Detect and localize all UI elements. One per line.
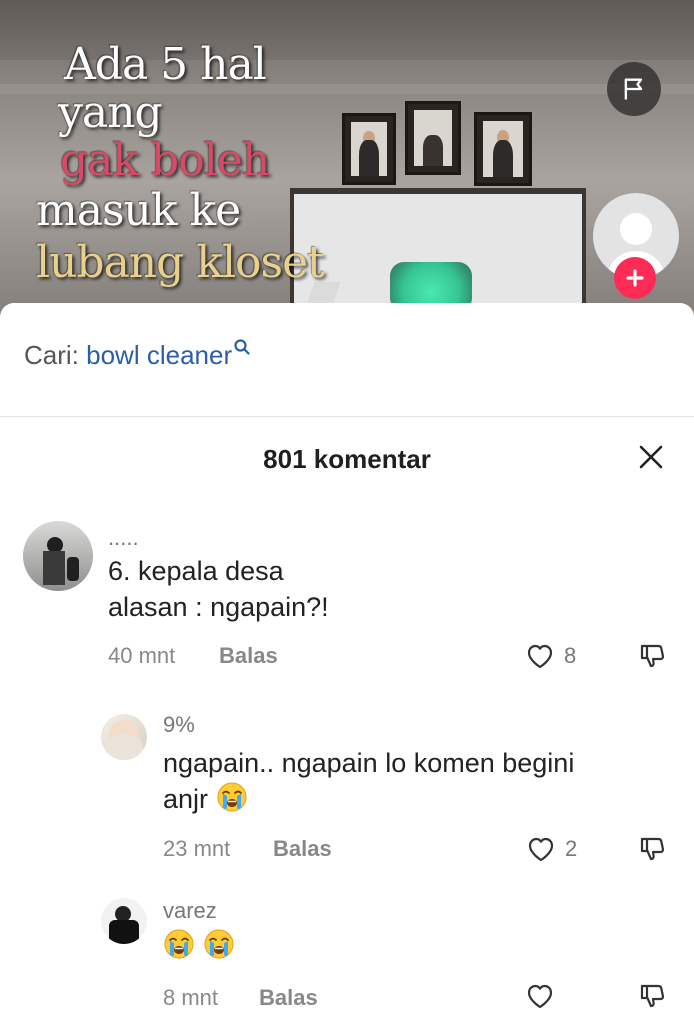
- close-icon: [639, 445, 663, 469]
- search-icon: [234, 339, 250, 355]
- comment-line: ngapain.. ngapain lo komen begini: [163, 748, 575, 778]
- dislike-icon[interactable]: [638, 641, 668, 671]
- plus-icon: [626, 269, 644, 287]
- avatar[interactable]: [101, 898, 147, 944]
- comment-line-text: anjr: [163, 784, 209, 814]
- comment-text: 6. kepala desa alasan : ngapain?!: [108, 553, 329, 625]
- avatar[interactable]: [23, 521, 93, 591]
- dislike-icon[interactable]: [638, 834, 668, 864]
- dislike-icon[interactable]: [638, 981, 668, 1011]
- heart-icon: [524, 640, 556, 672]
- close-button[interactable]: [634, 440, 668, 474]
- video-background[interactable]: Ada 5 hal yang gak boleh masuk ke lubang…: [0, 0, 694, 330]
- comment-time: 8 mnt: [163, 985, 219, 1010]
- caption-line-1: Ada 5 hal: [64, 39, 267, 90]
- comment-text: ngapain.. ngapain lo komen begini anjr: [163, 745, 574, 817]
- reply-button[interactable]: Balas: [259, 985, 318, 1011]
- comment-line: alasan : ngapain?!: [108, 592, 329, 622]
- comment-line: 6. kepala desa: [108, 556, 284, 586]
- comment-text: [163, 928, 235, 964]
- comment-username[interactable]: varez: [163, 898, 217, 924]
- like-button[interactable]: 8: [524, 640, 576, 672]
- comment-time: 40 mnt: [108, 643, 176, 668]
- report-button[interactable]: [607, 62, 661, 116]
- follow-button[interactable]: [614, 257, 656, 299]
- caption-line-4: masuk ke: [36, 185, 241, 236]
- comment-time: 23 mnt: [163, 836, 231, 861]
- search-suggestion[interactable]: Cari: bowl cleaner: [24, 339, 251, 371]
- portrait-frame-right: [474, 112, 532, 186]
- comment-username[interactable]: 9%: [163, 712, 195, 738]
- heart-icon: [525, 833, 557, 865]
- like-count: 2: [565, 836, 578, 861]
- heart-icon: [524, 980, 556, 1012]
- reply-button[interactable]: Balas: [219, 643, 278, 669]
- comments-count-title: 801 komentar: [263, 444, 431, 474]
- emblem-frame: [405, 101, 461, 175]
- search-term-link[interactable]: bowl cleaner: [86, 340, 232, 370]
- loudly-crying-face-emoji: [203, 928, 235, 960]
- caption-line-3: gak boleh: [60, 135, 270, 186]
- search-prefix: Cari:: [24, 340, 79, 370]
- like-button[interactable]: 2: [525, 833, 577, 865]
- avatar[interactable]: [101, 714, 147, 760]
- loudly-crying-face-emoji: [216, 781, 248, 813]
- portrait-frame-left: [342, 113, 396, 185]
- comment-username[interactable]: .....: [108, 525, 139, 551]
- divider: [0, 416, 694, 417]
- reply-button[interactable]: Balas: [273, 836, 332, 862]
- like-count: 8: [564, 643, 577, 668]
- like-button[interactable]: [524, 980, 556, 1012]
- loudly-crying-face-emoji: [163, 928, 195, 960]
- caption-line-2: yang: [58, 87, 163, 138]
- comment-line: anjr: [163, 781, 574, 817]
- flag-icon: [624, 78, 643, 100]
- caption-line-5: lubang kloset: [36, 237, 325, 288]
